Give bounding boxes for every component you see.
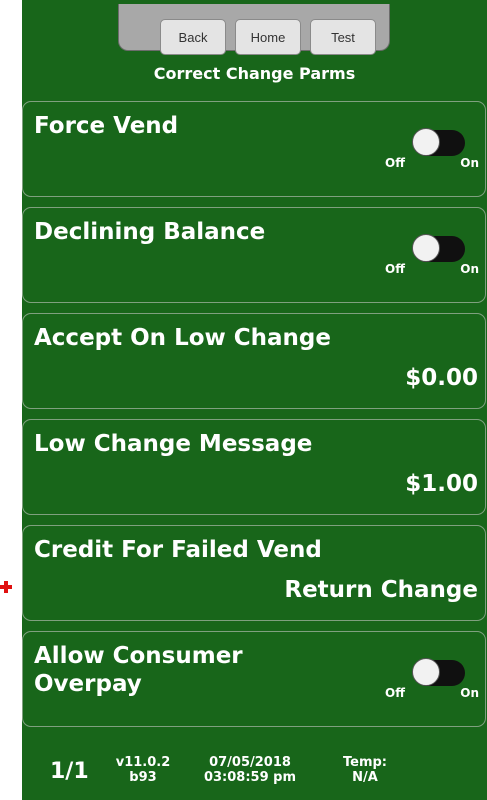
- datetime: 07/05/2018 03:08:59 pm: [190, 755, 310, 785]
- row-label: Force Vend: [34, 113, 179, 139]
- row-declining-balance[interactable]: Declining Balance Off On: [22, 207, 486, 303]
- row-force-vend[interactable]: Force Vend Off On: [22, 101, 486, 197]
- row-label: Declining Balance: [34, 219, 266, 245]
- test-button[interactable]: Test: [310, 19, 376, 55]
- row-label: Credit For Failed Vend: [34, 537, 322, 563]
- time: 03:08:59 pm: [203, 770, 297, 785]
- row-accept-on-low-change[interactable]: Accept On Low Change $0.00: [22, 313, 486, 409]
- row-value: Return Change: [284, 577, 478, 603]
- row-credit-for-failed-vend[interactable]: Credit For Failed Vend Return Change: [22, 525, 486, 621]
- toggle-knob: [412, 234, 440, 262]
- row-label: Allow Consumer Overpay: [34, 643, 243, 697]
- temperature: Temp: N/A: [330, 755, 400, 785]
- temp-label: Temp:: [342, 755, 387, 770]
- date: 07/05/2018: [209, 755, 291, 770]
- toggle-knob: [412, 658, 440, 686]
- toggle-off-label: Off: [385, 156, 405, 170]
- toggle-off-label: Off: [385, 262, 405, 276]
- page-title: Correct Change Parms: [153, 64, 356, 83]
- allow-overpay-toggle[interactable]: Off On: [385, 658, 479, 702]
- status-footer: 1/1 v11.0.2 b93 07/05/2018 03:08:59 pm T…: [22, 735, 487, 800]
- temp-value: N/A: [352, 770, 378, 785]
- row-value: $0.00: [405, 365, 478, 391]
- toggle-on-label: On: [460, 156, 479, 170]
- version-number: v11.0.2: [115, 755, 171, 770]
- row-label: Accept On Low Change: [34, 325, 331, 351]
- row-allow-consumer-overpay[interactable]: Allow Consumer Overpay Off On: [22, 631, 486, 727]
- home-button[interactable]: Home: [235, 19, 301, 55]
- back-button[interactable]: Back: [160, 19, 226, 55]
- row-label: Low Change Message: [34, 431, 313, 457]
- row-value: $1.00: [405, 471, 478, 497]
- declining-balance-toggle[interactable]: Off On: [385, 234, 479, 278]
- build-number: b93: [129, 770, 157, 785]
- page-indicator: 1/1: [50, 759, 89, 784]
- toggle-knob: [412, 128, 440, 156]
- cursor-marker-icon: [0, 581, 12, 593]
- row-low-change-message[interactable]: Low Change Message $1.00: [22, 419, 486, 515]
- force-vend-toggle[interactable]: Off On: [385, 128, 479, 172]
- toggle-on-label: On: [460, 686, 479, 700]
- toggle-on-label: On: [460, 262, 479, 276]
- toggle-off-label: Off: [385, 686, 405, 700]
- version-info: v11.0.2 b93: [108, 755, 178, 785]
